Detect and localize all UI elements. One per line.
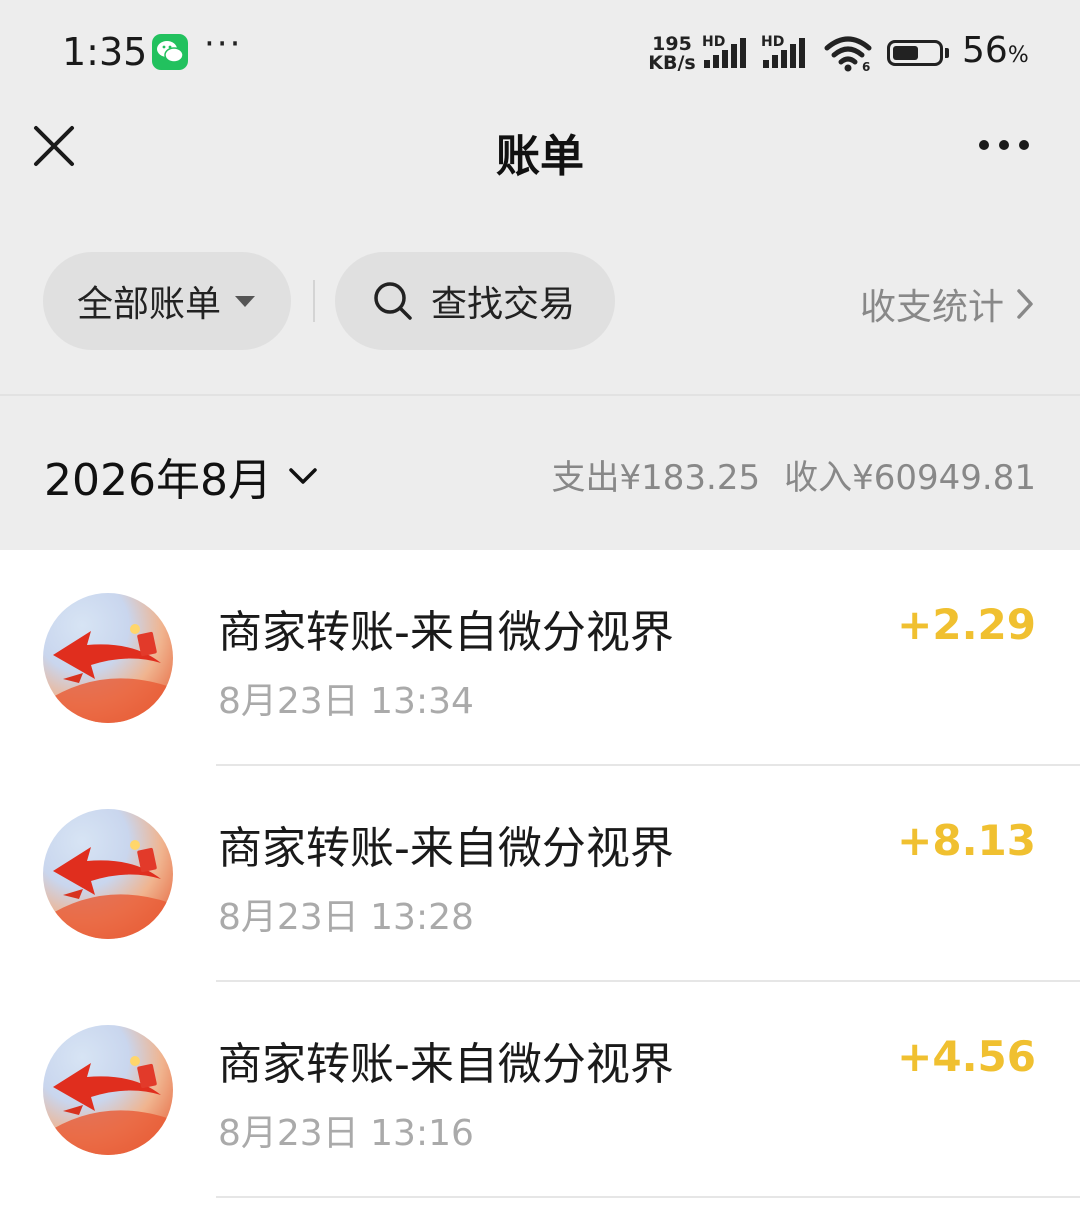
wifi-icon: 6 xyxy=(824,36,874,76)
transaction-item[interactable]: 商家转账-来自微分视界 8月23日 13:16 +4.56 xyxy=(0,982,1080,1198)
income-expense-stats-link[interactable]: 收支统计 xyxy=(860,278,1034,330)
month-label: 2026年8月 xyxy=(44,455,272,506)
status-bar: 1:35 ··· 195 KB/s HD HD 6 56% xyxy=(0,0,1080,100)
merchant-avatar xyxy=(43,593,173,723)
hd-label: HD xyxy=(702,34,726,50)
battery-percent-value: 56 xyxy=(962,30,1008,71)
transaction-item[interactable]: 商家转账-来自微分视界 8月23日 13:28 +8.13 xyxy=(0,766,1080,982)
chevron-down-icon xyxy=(289,468,317,484)
search-label: 查找交易 xyxy=(431,284,576,325)
filter-divider xyxy=(313,280,315,322)
wifi-badge: 6 xyxy=(862,60,870,72)
nav-bar: 账单 xyxy=(0,100,1080,190)
transaction-item[interactable]: 商家转账-来自微分视界 8月23日 13:34 +2.29 xyxy=(0,550,1080,766)
signal-2-icon: HD xyxy=(761,34,811,72)
transaction-title: 商家转账-来自微分视界 xyxy=(218,1039,674,1090)
all-bills-filter[interactable]: 全部账单 xyxy=(43,252,291,350)
transaction-list: 商家转账-来自微分视界 8月23日 13:34 +2.29 商家转账-来自微分视… xyxy=(0,550,1080,1226)
merchant-avatar xyxy=(43,1025,173,1155)
income-total: 收入¥60949.81 xyxy=(784,458,1036,498)
caret-down-icon xyxy=(235,295,256,307)
transaction-amount: +8.13 xyxy=(897,816,1036,865)
page-title: 账单 xyxy=(496,131,584,182)
transaction-time: 8月23日 13:28 xyxy=(218,897,474,938)
network-speed-unit: KB/s xyxy=(648,52,696,74)
battery-icon xyxy=(887,40,949,66)
red-arrow-logo-icon xyxy=(43,840,173,939)
transaction-time: 8月23日 13:16 xyxy=(218,1113,474,1154)
hd-label: HD xyxy=(761,34,785,50)
battery-cap xyxy=(945,48,949,58)
status-more-icon: ··· xyxy=(204,24,243,64)
all-bills-label: 全部账单 xyxy=(77,284,222,325)
month-summary: 支出¥183.25 收入¥60949.81 xyxy=(552,450,1036,499)
transaction-amount: +4.56 xyxy=(897,1032,1036,1081)
transaction-title: 商家转账-来自微分视界 xyxy=(218,607,674,658)
battery-percent-unit: % xyxy=(1007,43,1029,68)
transaction-title: 商家转账-来自微分视界 xyxy=(218,823,674,874)
status-time: 1:35 xyxy=(62,30,148,74)
expense-total: 支出¥183.25 xyxy=(551,458,761,498)
battery-percent: 56% xyxy=(962,30,1029,71)
battery-fill xyxy=(893,46,918,60)
month-summary-row: 2026年8月 支出¥183.25 收入¥60949.81 xyxy=(0,396,1080,550)
transaction-amount: +2.29 xyxy=(897,600,1036,649)
merchant-avatar xyxy=(43,809,173,939)
more-button[interactable] xyxy=(976,130,1032,160)
stats-label: 收支统计 xyxy=(859,287,1004,328)
network-speed: 195 KB/s xyxy=(646,35,698,73)
search-transactions-button[interactable]: 查找交易 xyxy=(335,252,615,350)
filter-row: 全部账单 查找交易 收支统计 xyxy=(0,252,1080,352)
search-icon xyxy=(374,282,412,320)
wechat-notification-icon xyxy=(152,34,188,70)
chevron-right-icon xyxy=(1017,289,1033,319)
red-arrow-logo-icon xyxy=(43,624,173,723)
transaction-time: 8月23日 13:34 xyxy=(218,681,474,722)
month-picker[interactable]: 2026年8月 xyxy=(44,444,318,508)
red-arrow-logo-icon xyxy=(43,1056,173,1155)
row-divider xyxy=(216,1196,1080,1198)
signal-1-icon: HD xyxy=(702,34,752,72)
more-icon xyxy=(979,140,1029,150)
